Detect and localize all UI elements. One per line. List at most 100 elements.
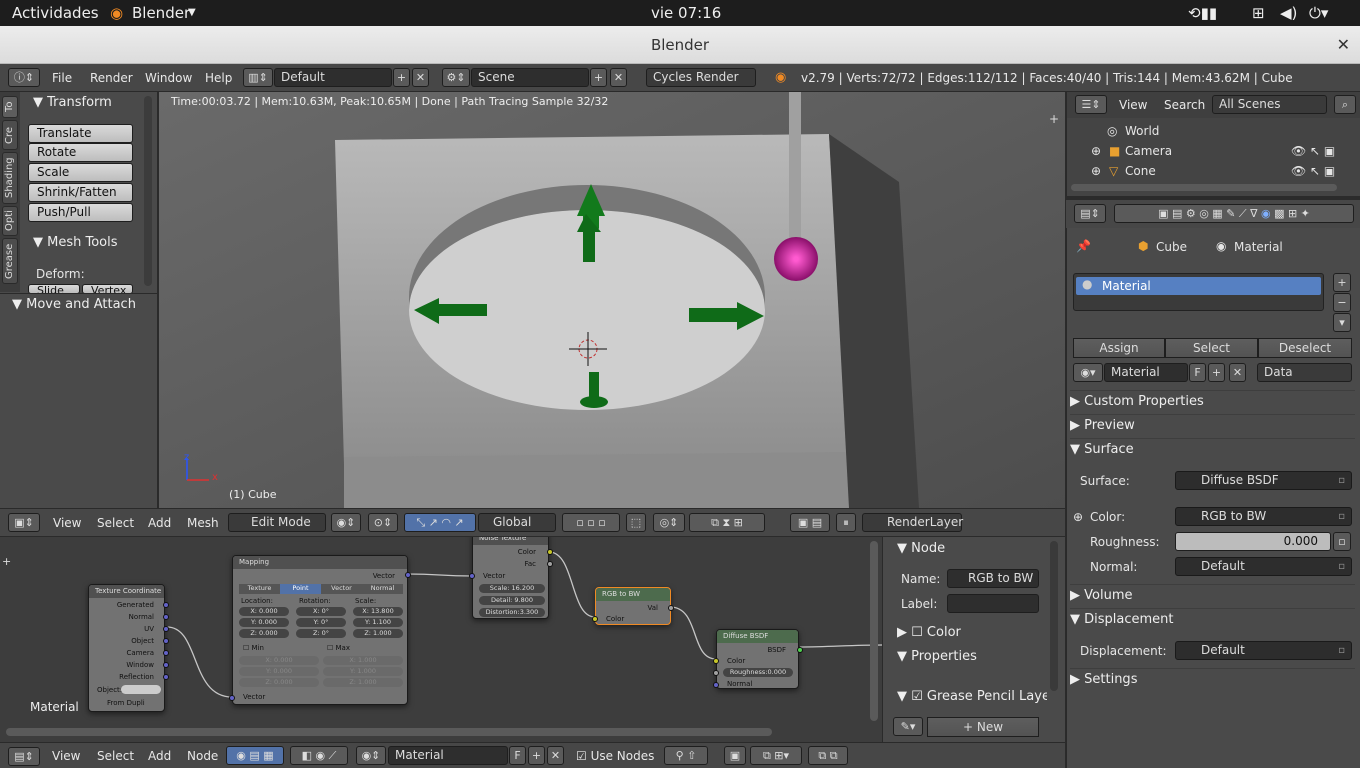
unlink-material-icon[interactable]: ✕ — [1229, 363, 1246, 382]
tab-tools[interactable]: To — [2, 96, 18, 118]
scale-y[interactable]: Y: 1.100 — [353, 618, 403, 627]
volume-toggle[interactable]: ▶ Volume — [1070, 584, 1355, 606]
loc-z[interactable]: Z: 0.000 — [239, 629, 289, 638]
panel-scrollbar[interactable] — [1050, 541, 1058, 691]
node-editor[interactable]: Material + Texture Coordinate Generated … — [0, 537, 882, 742]
node-menu-add[interactable]: Add — [148, 749, 171, 763]
color-link-icon[interactable]: ⊕ — [1073, 510, 1083, 524]
fake-user-button[interactable]: F — [509, 746, 526, 765]
diffuse-roughness[interactable]: Roughness:0.000 — [723, 668, 793, 677]
slot-menu-icon[interactable]: ▾ — [1333, 313, 1351, 332]
socket[interactable] — [797, 647, 803, 653]
socket[interactable] — [229, 695, 235, 701]
object-field[interactable] — [121, 685, 161, 694]
snap-icons[interactable]: ⧉ ⧗ ⊞ — [689, 513, 765, 532]
expand-icon[interactable]: ⊕ — [1091, 144, 1101, 158]
add-layout-icon[interactable]: + — [393, 68, 410, 87]
new-layer-button[interactable]: + New — [927, 717, 1039, 737]
menu-file[interactable]: File — [52, 71, 72, 85]
clock[interactable]: vie 07:16 — [651, 4, 721, 22]
socket[interactable] — [713, 682, 719, 688]
outliner-menu-view[interactable]: View — [1119, 98, 1147, 112]
socket[interactable] — [163, 602, 169, 608]
node-label-field[interactable] — [947, 594, 1039, 613]
outliner-item-cone[interactable]: Cone — [1125, 164, 1156, 178]
tab-vector[interactable]: Vector — [321, 584, 362, 594]
tab-options[interactable]: Opti — [2, 206, 18, 236]
outliner-type-icon[interactable]: ☰⇕ — [1075, 95, 1107, 114]
rot-x[interactable]: X: 0° — [296, 607, 346, 616]
fake-user-button[interactable]: F — [1189, 363, 1206, 382]
rgb-to-bw-node[interactable]: RGB to BW Val Color — [592, 587, 674, 625]
node-editor-type-icon[interactable]: ▤⇕ — [8, 747, 40, 766]
min-z[interactable]: Z: 0.000 — [239, 678, 319, 687]
3d-viewport[interactable]: Time:00:03.72 | Mem:10.63M, Peak:10.65M … — [159, 92, 1065, 508]
visibility-icons[interactable]: 👁 ↖ ▣ — [1291, 144, 1335, 158]
remove-scene-icon[interactable]: ✕ — [610, 68, 627, 87]
min-x[interactable]: X: 0.000 — [239, 656, 319, 665]
add-scene-icon[interactable]: + — [590, 68, 607, 87]
add-slot-icon[interactable]: + — [1333, 273, 1351, 292]
outliner-menu-search[interactable]: Search — [1164, 98, 1205, 112]
roughness-field[interactable]: 0.000 — [1175, 532, 1331, 551]
noise-node[interactable]: Noise Texture Color Fac Vector Scale: 16… — [469, 537, 553, 619]
deselect-button[interactable]: Deselect — [1258, 338, 1352, 358]
pin-icon[interactable]: 📌 — [1076, 239, 1091, 253]
menu-select[interactable]: Select — [97, 516, 134, 530]
assign-button[interactable]: Assign — [1073, 338, 1165, 358]
material-browse-icon[interactable]: ◉▾ — [1073, 363, 1103, 382]
scale-z[interactable]: Z: 1.000 — [353, 629, 403, 638]
socket[interactable] — [592, 616, 598, 622]
tab-grease[interactable]: Grease — [2, 238, 18, 284]
rot-z[interactable]: Z: 0° — [296, 629, 346, 638]
texcoord-node[interactable]: Texture Coordinate Generated Normal UV O… — [88, 584, 169, 712]
shrink-fatten-button[interactable]: Shrink/Fatten — [28, 183, 133, 202]
layout-field[interactable]: Default — [274, 68, 392, 87]
surface-select[interactable]: Diffuse BSDF — [1175, 471, 1352, 490]
outliner[interactable]: ☰⇕ View Search All Scenes ⌕ ◎ World ⊕ ■ … — [1066, 92, 1360, 196]
orientation-select[interactable]: Global — [478, 513, 556, 532]
normal-select[interactable]: Default — [1175, 557, 1352, 576]
visibility-icons[interactable]: 👁 ↖ ▣ — [1291, 164, 1335, 178]
min-y[interactable]: Y: 0.000 — [239, 667, 319, 676]
color-panel-toggle[interactable]: ▶ ☐ Color — [897, 625, 961, 640]
activities-button[interactable]: Actividades — [12, 4, 99, 22]
link-select[interactable]: Data — [1257, 363, 1352, 382]
socket[interactable] — [713, 670, 719, 676]
menu-view[interactable]: View — [53, 516, 81, 530]
max-y[interactable]: Y: 1.000 — [323, 667, 403, 676]
surface-toggle[interactable]: ▼ Surface — [1070, 438, 1355, 460]
close-icon[interactable]: ✕ — [1337, 26, 1350, 64]
unlink-material-icon[interactable]: ✕ — [547, 746, 564, 765]
tab-create[interactable]: Cre — [2, 120, 18, 150]
pause-icon[interactable]: ⏸ — [836, 513, 856, 532]
socket[interactable] — [405, 572, 411, 578]
node-menu-view[interactable]: View — [52, 749, 80, 763]
new-material-icon[interactable]: + — [1208, 363, 1225, 382]
backdrop-icon[interactable]: ▣ — [724, 746, 746, 765]
use-nodes-checkbox[interactable]: ☑ Use Nodes — [576, 749, 654, 763]
settings-toggle[interactable]: ▶ Settings — [1070, 668, 1355, 690]
mode-select[interactable]: Edit Mode — [228, 513, 326, 532]
max-z[interactable]: Z: 1.000 — [323, 678, 403, 687]
color-select[interactable]: RGB to BW — [1175, 507, 1352, 526]
context-tab-icons[interactable]: ▣ ▤ ⚙ ◎ ▦ ✎ ⟋ ∇ ◉ ▩ ⊞ ✦ — [1114, 204, 1354, 223]
scale-x[interactable]: X: 13.800 — [353, 607, 403, 616]
loc-x[interactable]: X: 0.000 — [239, 607, 289, 616]
tab-texture[interactable]: Texture — [239, 584, 280, 594]
outliner-item-camera[interactable]: Camera — [1125, 144, 1172, 158]
render-engine-select[interactable]: Cycles Render — [646, 68, 756, 87]
remove-layout-icon[interactable]: ✕ — [412, 68, 429, 87]
socket[interactable] — [163, 638, 169, 644]
preview-toggle[interactable]: ▶ Preview — [1070, 414, 1355, 436]
node-tree-type-icons[interactable]: ◉ ▤ ▦ — [226, 746, 284, 765]
snap-icons[interactable]: ⧉ ⊞▾ — [750, 746, 802, 765]
displacement-toggle[interactable]: ▼ Displacement — [1070, 608, 1355, 630]
min-checkbox[interactable]: ☐ Min — [243, 644, 264, 652]
new-material-icon[interactable]: + — [528, 746, 545, 765]
rotate-button[interactable]: Rotate — [28, 143, 133, 162]
mapping-node[interactable]: Mapping Vector Texture Point Vector Norm… — [229, 555, 411, 705]
material-slot[interactable]: Material — [1076, 277, 1321, 295]
socket[interactable] — [713, 658, 719, 664]
scene-icon[interactable]: ⚙⇕ — [442, 68, 470, 87]
